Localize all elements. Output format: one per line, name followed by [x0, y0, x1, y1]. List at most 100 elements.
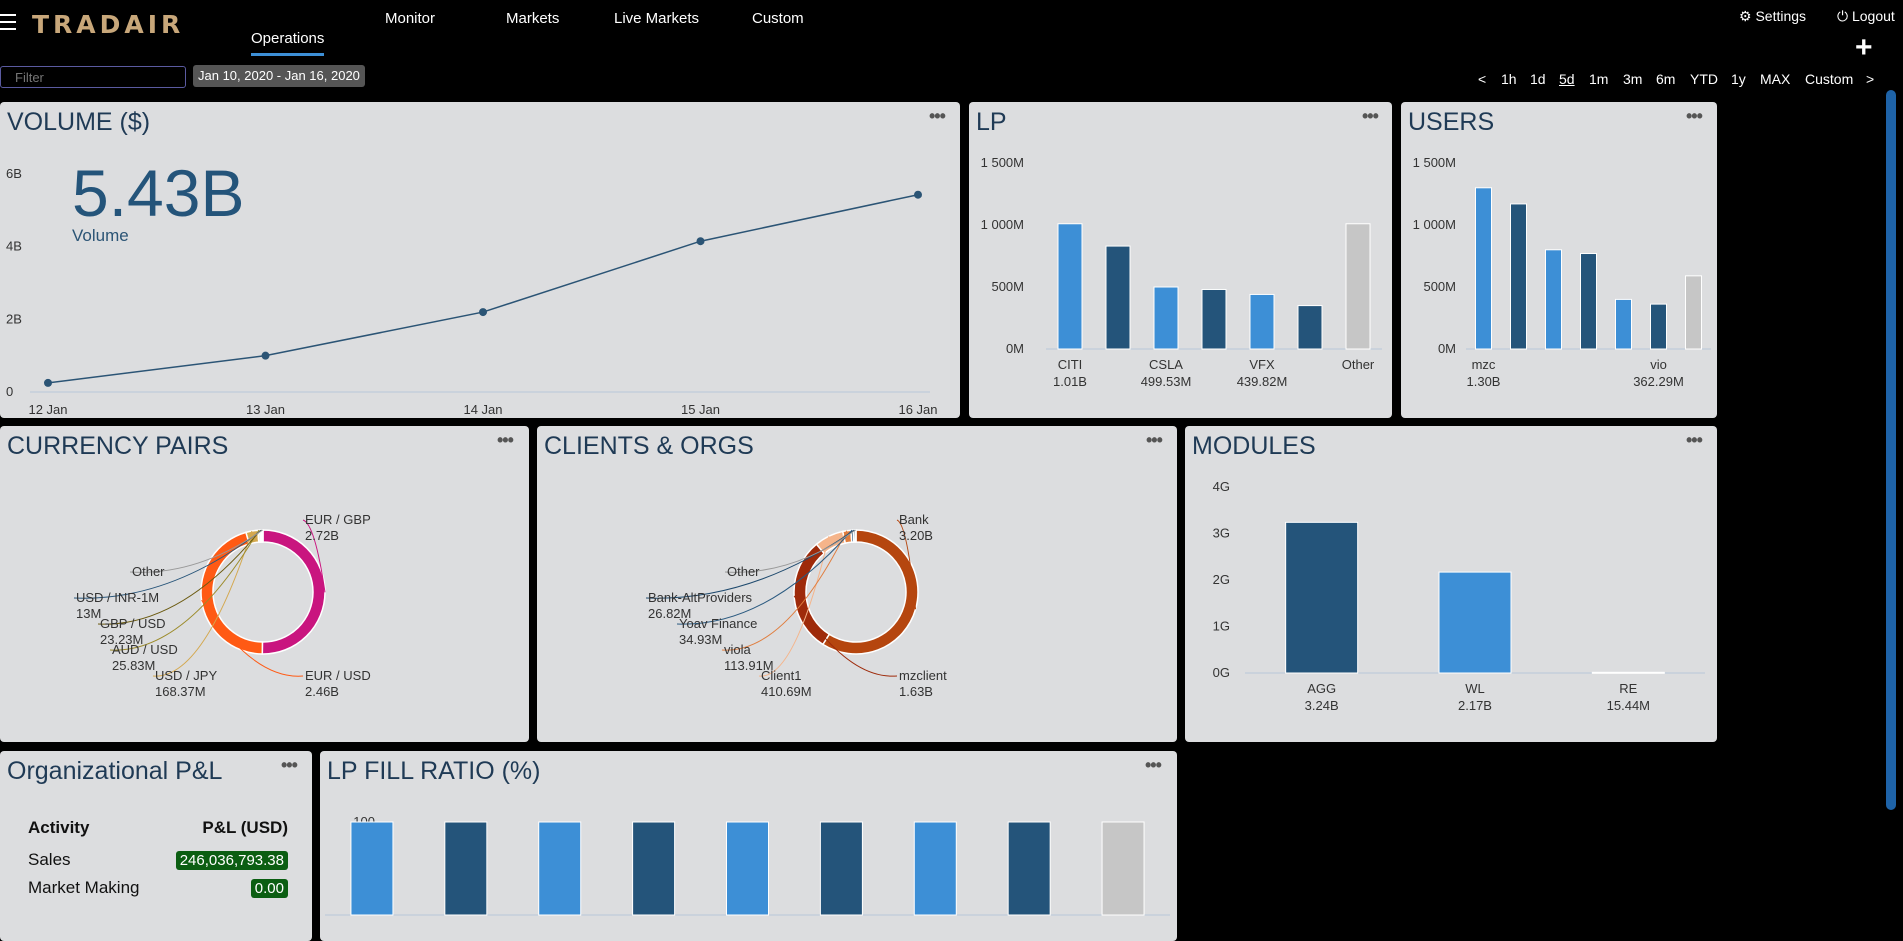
- y-tick-label: 1G: [1213, 619, 1230, 634]
- bar: [444, 821, 488, 916]
- bar: [1249, 293, 1275, 350]
- activity-cell: Sales: [28, 850, 71, 869]
- add-widget-button[interactable]: +: [1855, 33, 1873, 63]
- range-1d[interactable]: 1d: [1530, 71, 1546, 87]
- slice-label: USD / JPY: [155, 668, 217, 683]
- table-row: Sales 246,036,793.38: [28, 850, 288, 878]
- bar: [1475, 187, 1492, 350]
- volume-line-chart: 0 2B 4B 6B 12 Jan 13 Jan 14 Jan 15 Jan 16 Jan: [6, 166, 938, 417]
- tab-markets[interactable]: Markets: [506, 10, 559, 27]
- modules-bar-chart: 0G 1G 2G 3G 4G AGG 3.24B WL 2.17B RE 15.44M: [1213, 479, 1705, 713]
- category-label: CSLA: [1149, 357, 1183, 372]
- top-bar: TRADAIR Operations Monitor Markets Live …: [0, 0, 1903, 100]
- y-tick-label: 1 500M: [981, 155, 1024, 170]
- y-tick-label: 2B: [6, 311, 22, 326]
- category-label: mzc: [1472, 357, 1496, 372]
- date-range-picker[interactable]: Jan 10, 2020 - Jan 16, 2020: [193, 65, 365, 87]
- range-5d[interactable]: 5d: [1559, 71, 1575, 87]
- slice-value-label: 1.63B: [899, 684, 933, 699]
- pl-value-badge: 0.00: [250, 879, 288, 898]
- y-tick-label: 1 500M: [1413, 155, 1456, 170]
- category-label: RE: [1619, 681, 1637, 696]
- activity-cell: Market Making: [28, 878, 140, 897]
- slice-value-label: 13M: [76, 606, 101, 621]
- tab-custom[interactable]: Custom: [752, 10, 804, 27]
- donut-slice: [854, 529, 857, 543]
- donut-slice: [200, 531, 264, 655]
- slice-label: mzclient: [899, 668, 947, 683]
- x-tick-label: 15 Jan: [681, 402, 720, 417]
- y-tick-label: 0: [6, 384, 13, 399]
- y-tick-label: 4G: [1213, 479, 1230, 494]
- category-value-label: 15.44M: [1607, 698, 1650, 713]
- slice-label: Other: [727, 564, 760, 579]
- bar: [1201, 288, 1227, 350]
- range-1m[interactable]: 1m: [1589, 71, 1608, 87]
- data-point: [261, 351, 270, 360]
- slice-value-label: 26.82M: [648, 606, 691, 621]
- bar: [1153, 286, 1179, 350]
- page-scrollbar[interactable]: [1886, 90, 1896, 810]
- slice-value-label: 113.91M: [724, 658, 774, 673]
- data-point: [44, 378, 52, 387]
- hamburger-menu-icon[interactable]: [0, 14, 18, 30]
- bar: [1105, 245, 1131, 350]
- data-point: [914, 190, 922, 199]
- donut-slice: [261, 529, 264, 543]
- y-tick-label: 500M: [991, 279, 1024, 294]
- range-6m[interactable]: 6m: [1656, 71, 1675, 87]
- logout-button[interactable]: ⏻ Logout: [1837, 8, 1895, 25]
- bar: [350, 821, 394, 916]
- bar: [1438, 571, 1512, 674]
- range-1h[interactable]: 1h: [1501, 71, 1517, 87]
- range-ytd[interactable]: YTD: [1690, 71, 1718, 87]
- slice-label: Other: [132, 564, 165, 579]
- tab-operations[interactable]: Operations: [251, 30, 325, 56]
- slice-label: EUR / USD: [305, 668, 371, 683]
- slice-value-label: 23.23M: [100, 632, 143, 647]
- lp-fill-ratio-bar-chart: 50100: [325, 814, 1170, 916]
- gear-icon: ⚙: [1739, 8, 1752, 24]
- clients-orgs-donut-chart: Bank3.20Bmzclient1.63BClient1410.69Mviol…: [645, 512, 947, 699]
- tab-monitor[interactable]: Monitor: [385, 10, 435, 27]
- range-max[interactable]: MAX: [1760, 71, 1790, 87]
- slice-label: USD / INR-1M: [76, 590, 159, 605]
- panel-menu-icon[interactable]: •••: [281, 755, 298, 776]
- bar: [726, 821, 769, 916]
- slice-value-label: 25.83M: [112, 658, 155, 673]
- slice-value-label: 34.93M: [679, 632, 722, 647]
- bar: [819, 821, 863, 916]
- range-custom[interactable]: Custom: [1805, 71, 1853, 87]
- bar: [1545, 249, 1562, 350]
- volume-series-line: [47, 193, 919, 384]
- slice-value-label: 168.37M: [155, 684, 206, 699]
- settings-button[interactable]: ⚙ Settings: [1739, 8, 1806, 25]
- range-3m[interactable]: 3m: [1623, 71, 1642, 87]
- donut-slice: [261, 529, 326, 655]
- category-label: VFX: [1249, 357, 1275, 372]
- y-tick-label: 500M: [1423, 279, 1456, 294]
- tab-live-markets[interactable]: Live Markets: [614, 10, 699, 27]
- users-panel: USERS ••• 0M 500M 1 000M 1 500M mzc 1.30B vio 3…: [1401, 102, 1717, 418]
- category-label: AGG: [1307, 681, 1336, 696]
- y-tick-label: 3G: [1213, 526, 1230, 541]
- clients-orgs-panel: CLIENTS & ORGS ••• Bank 3.20B mzclient 1.63…: [537, 426, 1177, 742]
- y-tick-label: 0G: [1213, 665, 1230, 680]
- power-icon: ⏻: [1837, 8, 1849, 24]
- modules-panel: MODULES ••• 0G 1G 2G 3G 4G AGG 3.24B WL 2.17B RE 1…: [1185, 426, 1717, 742]
- range-prev-button[interactable]: <: [1478, 71, 1486, 87]
- slice-value-label: 410.69M: [761, 684, 812, 699]
- range-next-button[interactable]: >: [1866, 71, 1874, 87]
- data-point: [696, 237, 705, 246]
- column-header-activity: Activity: [28, 818, 90, 837]
- range-1y[interactable]: 1y: [1731, 71, 1746, 87]
- lp-bar-chart: 0M 500M 1 000M 1 500M CITI 1.01B CSLA 499.53M VF…: [981, 155, 1382, 389]
- category-value-label: 1.30B: [1467, 374, 1501, 389]
- y-tick-label: 2G: [1213, 572, 1230, 587]
- filter-input[interactable]: [0, 66, 186, 88]
- y-tick-label: 0M: [1438, 341, 1456, 356]
- currency-pairs-donut-chart: EUR / GBP2.72B EUR / USD2.46B USD / JPY168…: [73, 512, 371, 699]
- slice-label: EUR / GBP: [305, 512, 371, 527]
- volume-panel: VOLUME ($) ••• 5.43B Volume 0 2B 4B 6B 12 Ja…: [0, 102, 960, 418]
- x-tick-label: 13 Jan: [246, 402, 285, 417]
